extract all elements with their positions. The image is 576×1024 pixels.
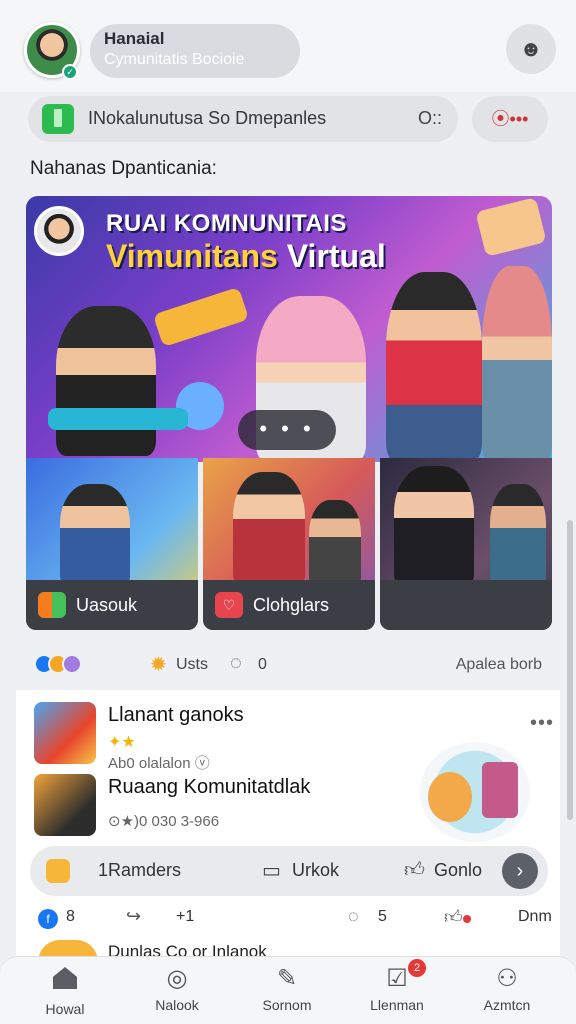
thumb-figure [490,484,546,584]
members-button[interactable]: 1Ramders [98,860,181,881]
hero-title-line1: RUAI KOMNUNITAIS [106,210,347,237]
thumb-figure [394,466,474,584]
thumb-figure [309,500,361,584]
post-meta: Ab0 olalalon ⓥ [108,755,210,772]
thumbnail-label-text: Uasouk [76,595,138,615]
check-icon: ✓ [62,64,78,80]
thumbnail-card[interactable]: ♡ Clohglars [203,458,375,630]
share-count: +1 [176,908,195,925]
record-more-icon[interactable]: ⦿••• [472,96,548,142]
share-icon[interactable]: ↪ [126,906,141,927]
nav-create[interactable]: ✎ Sornom [232,957,342,1024]
sun-icon: ✹ [150,654,167,676]
thumbs-up-icon[interactable]: 👍︎ [444,906,471,928]
like-count: 8 [66,908,75,925]
nav-explore[interactable]: ◎ Nalook [122,957,232,1024]
hero-more-button[interactable]: • • • [238,410,336,450]
comment-icon[interactable]: ◌ [230,652,242,675]
thumbnail-label: ♡ Clohglars [203,580,375,630]
community-subtitle: Cymunitatis Bocioie [104,51,245,68]
search-text: INokalunutusa So Dmepanles [88,108,327,128]
star-rating: ✦★ [108,734,136,751]
scrollbar[interactable] [567,520,573,820]
reaction-count: Usts [176,656,208,673]
checklist-icon: ☑ [386,965,408,992]
bottom-nav: Howal ◎ Nalook ✎ Sornom ☑ 2 Llenman ⚇ Az… [0,956,576,1024]
see-more-link[interactable]: Apalea borb [456,656,542,674]
hero-title-b: Virtual [286,238,386,274]
stats-right-label: Dnm [518,908,552,925]
chevron-right-icon[interactable]: › [502,853,538,889]
comment-icon[interactable]: ◌ [348,906,359,927]
compass-icon: ◎ [166,965,188,992]
thumb-figure [60,484,130,584]
chat-icon[interactable]: ▭ [262,858,281,883]
action-bar: 1Ramders ▭ Urkok 👍︎ Gonlo › [30,846,548,896]
feed-card: Llanant ganoks ✦★ Ab0 olalalon ⓥ ••• Rua… [16,690,560,960]
person-icon: ⚇ [496,965,518,992]
hero-avatar[interactable] [34,206,84,256]
like-button[interactable]: Gonlo [434,860,482,881]
home-icon [53,967,77,989]
nav-label: Nalook [155,997,199,1013]
thumbnail-label [380,580,552,630]
nav-label: Howal [45,1001,85,1017]
app-header: ✓ Hanaial Cymunitatis Bocioie ☻ [0,0,576,92]
hero-banner[interactable]: RUAI KOMNUNITAIS Vimunitans Virtual • • … [26,196,552,462]
post-title: Ruaang Komunitatdlak [108,776,311,798]
nav-label: Azmtcn [483,997,531,1013]
trophy-icon[interactable] [46,859,70,883]
hero-prop [152,286,250,348]
hero-sticker-shape [475,197,547,257]
nav-tasks[interactable]: ☑ 2 Llenman [342,957,452,1024]
nav-home[interactable]: Howal [10,957,120,1024]
comment-count: 5 [378,908,387,925]
nav-label: Llenman [370,997,424,1013]
hero-title-a: Vimunitans [106,238,287,274]
hero-table [48,408,188,430]
hero-figure [386,272,482,462]
thumbs-up-icon[interactable]: 👍︎ [404,858,425,882]
thumbnail-label: Uasouk [26,580,198,630]
grid-app-icon [38,592,66,618]
nav-profile[interactable]: ⚇ Azmtcn [452,957,562,1024]
post-meta: ⊙★)0 030 3-966 [108,813,220,830]
hero-figure [482,266,552,462]
edit-icon: ✎ [276,965,298,992]
notification-badge: 2 [408,959,426,977]
more-options-icon[interactable]: ••• [530,712,554,735]
community-name-pill[interactable]: Hanaial Cymunitatis Bocioie [90,24,300,78]
reaction-bubbles[interactable] [34,654,82,674]
notification-dot [462,915,471,923]
comment-count: 0 [258,656,267,673]
reactions-row: ✹ Usts ◌ 0 Apalea borb [26,646,552,686]
search-bar[interactable]: INokalunutusa So Dmepanles O:: [28,96,458,142]
thumb-figure [233,472,305,584]
section-title: Nahanas Dpanticania: [30,158,217,179]
thumbnail-card[interactable] [380,458,552,630]
thumbnail-label-text: Clohglars [253,595,330,615]
hero-title-line2: Vimunitans Virtual [106,238,386,275]
toy-sticker-image [420,742,530,842]
post-thumbnail[interactable] [34,774,96,836]
thumbnail-card[interactable]: Uasouk [26,458,198,630]
stats-row: f 8 ↪ +1 ◌ 5 👍︎ Dnm [30,904,552,934]
like-icon: f [38,909,58,929]
next-post-title: Dunlas Co or Inlanok [108,942,267,956]
chat-button[interactable]: Urkok [292,860,339,881]
wow-icon [62,654,82,674]
green-app-icon [42,104,74,134]
face-icon[interactable]: ☻ [506,24,556,74]
heart-icon: ♡ [215,592,243,618]
post-title: Llanant ganoks [108,704,244,726]
search-extra: O:: [417,108,442,128]
thumbnail-row: Uasouk ♡ Clohglars [26,458,552,630]
community-name: Hanaial [104,29,165,48]
nav-label: Sornom [262,997,312,1013]
post-thumbnail[interactable] [34,702,96,764]
hero-figure [56,306,156,456]
